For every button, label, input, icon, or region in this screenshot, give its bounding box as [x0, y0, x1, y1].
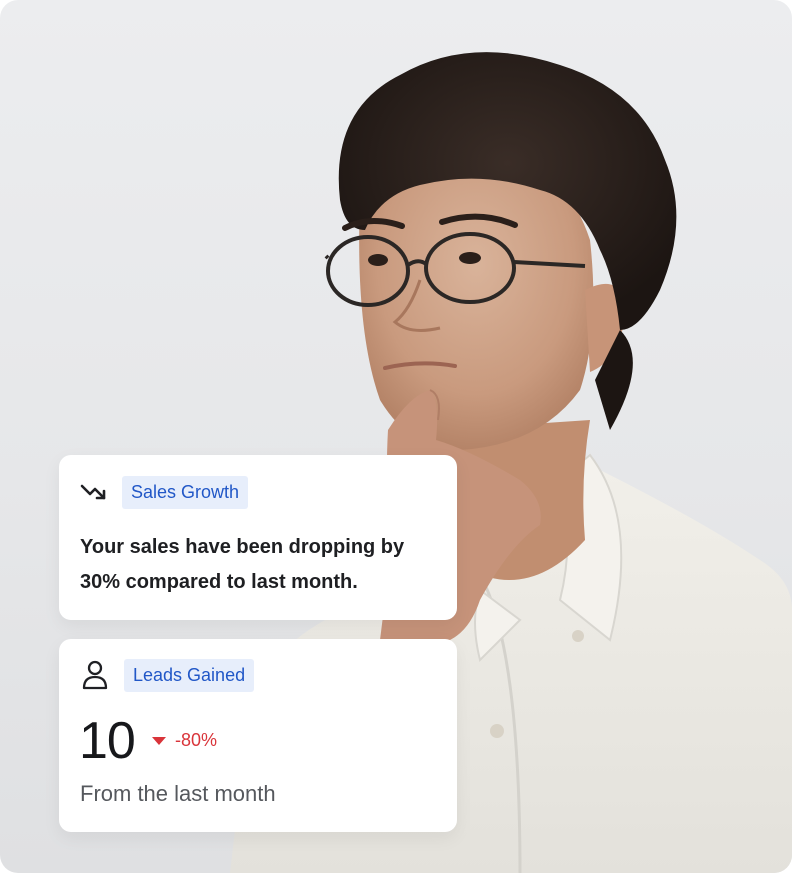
- leads-subtitle: From the last month: [80, 781, 276, 806]
- trending-down-icon: [79, 477, 109, 507]
- leads-delta: -80%: [152, 730, 217, 751]
- sales-message: Your sales have been dropping by 30% com…: [80, 536, 405, 593]
- sales-growth-tag: Sales Growth: [122, 476, 249, 509]
- leads-count: 10: [79, 712, 136, 770]
- sales-growth-card: Sales Growth Your sales have been droppi…: [59, 455, 457, 620]
- down-triangle-icon: [152, 736, 166, 745]
- user-icon: [80, 660, 110, 690]
- leads-delta-value: -80%: [175, 730, 218, 750]
- leads-gained-card: Leads Gained 10 -80% From the last month: [59, 639, 457, 832]
- hero-frame: Sales Growth Your sales have been droppi…: [0, 0, 792, 873]
- leads-gained-tag: Leads Gained: [124, 659, 255, 692]
